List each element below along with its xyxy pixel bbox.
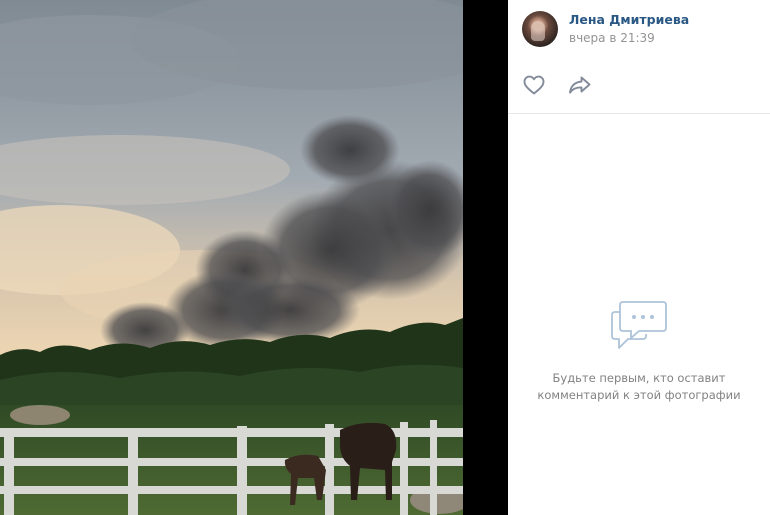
photo-scene — [0, 0, 463, 515]
author-meta: Лена Дмитриева вчера в 21:39 — [569, 12, 689, 47]
empty-comments-line2: комментарий к этой фотографии — [537, 388, 741, 402]
empty-comments-line1: Будьте первым, кто оставит — [552, 371, 726, 385]
viewer-gap — [463, 0, 508, 515]
comments-empty-state: Будьте первым, кто оставит комментарий к… — [508, 296, 770, 404]
comments-bubble-icon — [611, 301, 667, 349]
share-arrow-icon — [569, 76, 591, 94]
empty-comments-text: Будьте первым, кто оставит комментарий к… — [508, 370, 770, 404]
avatar[interactable] — [522, 11, 558, 47]
photo-info-panel: Лена Дмитриева вчера в 21:39 Будьте перв… — [508, 0, 770, 515]
divider — [508, 113, 770, 114]
like-button[interactable] — [522, 73, 546, 97]
share-button[interactable] — [568, 73, 592, 97]
author-name-link[interactable]: Лена Дмитриева — [569, 12, 689, 28]
photo-viewer-image[interactable] — [0, 0, 463, 515]
post-actions — [522, 73, 592, 97]
heart-icon — [523, 75, 545, 95]
post-time-link[interactable]: вчера в 21:39 — [569, 29, 689, 47]
post-author: Лена Дмитриева вчера в 21:39 — [522, 10, 689, 48]
